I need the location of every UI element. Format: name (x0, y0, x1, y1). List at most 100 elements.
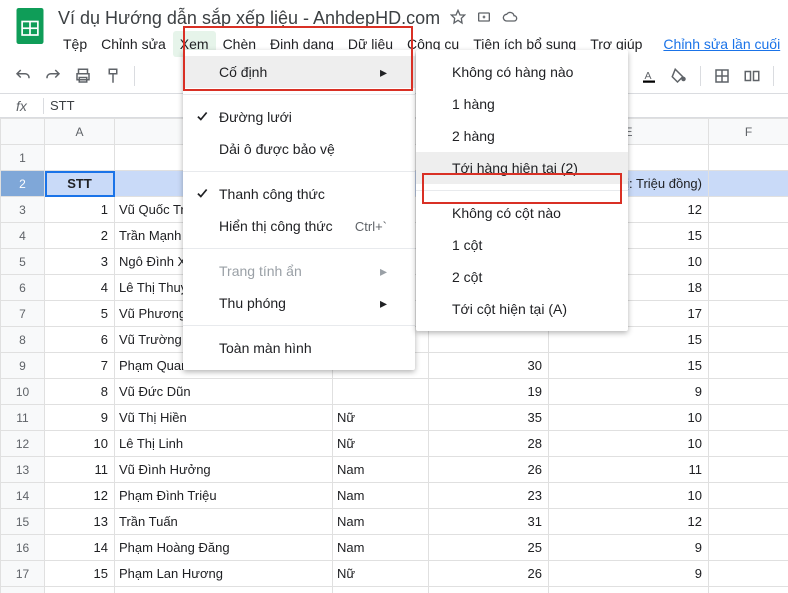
cell[interactable]: 31 (429, 509, 549, 535)
row-header-9[interactable]: 9 (1, 353, 45, 379)
cell[interactable]: Nữ (333, 561, 429, 587)
cell[interactable]: 19 (429, 379, 549, 405)
col-header-A[interactable]: A (45, 119, 115, 145)
cell[interactable] (709, 457, 788, 483)
cell[interactable] (333, 379, 429, 405)
cell[interactable] (709, 249, 788, 275)
menu-item[interactable]: Toàn màn hình (183, 332, 415, 364)
cell[interactable]: Phạm Đình Triệu (115, 483, 333, 509)
row-header-10[interactable]: 10 (1, 379, 45, 405)
cell[interactable]: 3 (45, 249, 115, 275)
cell[interactable]: Vũ Đức Dũn (115, 379, 333, 405)
cell[interactable] (709, 275, 788, 301)
cell[interactable]: Nữ (333, 405, 429, 431)
cell[interactable] (709, 561, 788, 587)
star-icon[interactable] (450, 9, 466, 28)
menu-item[interactable]: Hiển thị công thứcCtrl+` (183, 210, 415, 242)
row-header-13[interactable]: 13 (1, 457, 45, 483)
cell[interactable] (709, 535, 788, 561)
menu-item[interactable]: Tới hàng hiện tại (2) (416, 152, 628, 184)
cell[interactable]: 30 (429, 353, 549, 379)
menu-item[interactable]: Không có hàng nào (416, 56, 628, 88)
row-header-3[interactable]: 3 (1, 197, 45, 223)
cell[interactable]: Vũ Thị Hiền (115, 405, 333, 431)
cell[interactable]: 15 (45, 561, 115, 587)
cell[interactable]: Phạm Hoàng Đăng (115, 535, 333, 561)
menu-item[interactable]: Tới cột hiện tại (A) (416, 293, 628, 325)
cell[interactable]: 14 (45, 535, 115, 561)
cell[interactable] (709, 353, 788, 379)
cell[interactable]: 4 (45, 275, 115, 301)
cell[interactable]: 12 (45, 483, 115, 509)
undo-icon[interactable] (10, 63, 36, 89)
cell[interactable] (709, 483, 788, 509)
menu-file[interactable]: Tệp (56, 31, 94, 57)
print-icon[interactable] (70, 63, 96, 89)
cell[interactable]: 13 (45, 509, 115, 535)
cloud-icon[interactable] (502, 9, 518, 28)
cell[interactable]: 26 (429, 561, 549, 587)
cell[interactable]: 6 (45, 327, 115, 353)
row-header-16[interactable]: 16 (1, 535, 45, 561)
move-icon[interactable] (476, 9, 492, 28)
row-header-6[interactable]: 6 (1, 275, 45, 301)
row-header-11[interactable]: 11 (1, 405, 45, 431)
borders-icon[interactable] (709, 63, 735, 89)
doc-title[interactable]: Ví dụ Hướng dẫn sắp xếp liệu - AnhdepHD.… (58, 8, 440, 29)
menu-item[interactable]: Cố định▸ (183, 56, 415, 88)
cell[interactable]: Nam (333, 535, 429, 561)
last-edit-link[interactable]: Chỉnh sửa lần cuối (663, 36, 780, 52)
cell[interactable]: 11 (549, 457, 709, 483)
redo-icon[interactable] (40, 63, 66, 89)
row-header-17[interactable]: 17 (1, 561, 45, 587)
cell[interactable] (709, 197, 788, 223)
cell[interactable]: 2 (45, 223, 115, 249)
cell[interactable] (709, 301, 788, 327)
menu-item[interactable]: Thu phóng▸ (183, 287, 415, 319)
cell[interactable]: 26 (429, 457, 549, 483)
menu-item[interactable]: Đường lưới (183, 101, 415, 133)
cell[interactable]: 10 (549, 483, 709, 509)
menu-item[interactable]: Không có cột nào (416, 197, 628, 229)
cell[interactable]: 12 (549, 509, 709, 535)
cell[interactable]: 9 (45, 405, 115, 431)
row-header-15[interactable]: 15 (1, 509, 45, 535)
paint-format-icon[interactable] (100, 63, 126, 89)
row-header-8[interactable]: 8 (1, 327, 45, 353)
cell[interactable] (709, 405, 788, 431)
col-header-F[interactable]: F (709, 119, 788, 145)
cell[interactable]: Nam (333, 483, 429, 509)
menu-edit[interactable]: Chỉnh sửa (94, 31, 173, 57)
menu-item[interactable]: Trang tính ẩn▸ (183, 255, 415, 287)
cell[interactable]: 28 (429, 431, 549, 457)
cell[interactable] (709, 431, 788, 457)
text-color-icon[interactable]: A (636, 63, 662, 89)
select-all-corner[interactable] (1, 119, 45, 145)
cell[interactable]: 15 (549, 353, 709, 379)
cell[interactable]: 11 (45, 457, 115, 483)
cell[interactable]: 23 (429, 483, 549, 509)
sheets-logo[interactable] (10, 6, 50, 46)
cell[interactable]: 9 (549, 535, 709, 561)
row-header-18[interactable]: 18 (1, 587, 45, 593)
active-cell[interactable]: STT (45, 171, 115, 197)
row-header-2[interactable]: 2 (1, 171, 45, 197)
menu-item[interactable]: 2 cột (416, 261, 628, 293)
row-header-14[interactable]: 14 (1, 483, 45, 509)
cell[interactable]: 9 (549, 379, 709, 405)
fill-color-icon[interactable] (666, 63, 692, 89)
row-header-12[interactable]: 12 (1, 431, 45, 457)
cell[interactable]: Nam (333, 509, 429, 535)
cell[interactable]: 10 (549, 431, 709, 457)
row-header-7[interactable]: 7 (1, 301, 45, 327)
cell[interactable]: 1 (45, 197, 115, 223)
cell[interactable]: 7 (45, 353, 115, 379)
cell[interactable]: Nữ (333, 431, 429, 457)
cell[interactable] (709, 327, 788, 353)
menu-item[interactable]: Thanh công thức (183, 178, 415, 210)
row-header-1[interactable]: 1 (1, 145, 45, 171)
menu-item[interactable]: 2 hàng (416, 120, 628, 152)
cell[interactable]: 10 (45, 431, 115, 457)
cell[interactable]: 5 (45, 301, 115, 327)
cell[interactable]: 35 (429, 405, 549, 431)
